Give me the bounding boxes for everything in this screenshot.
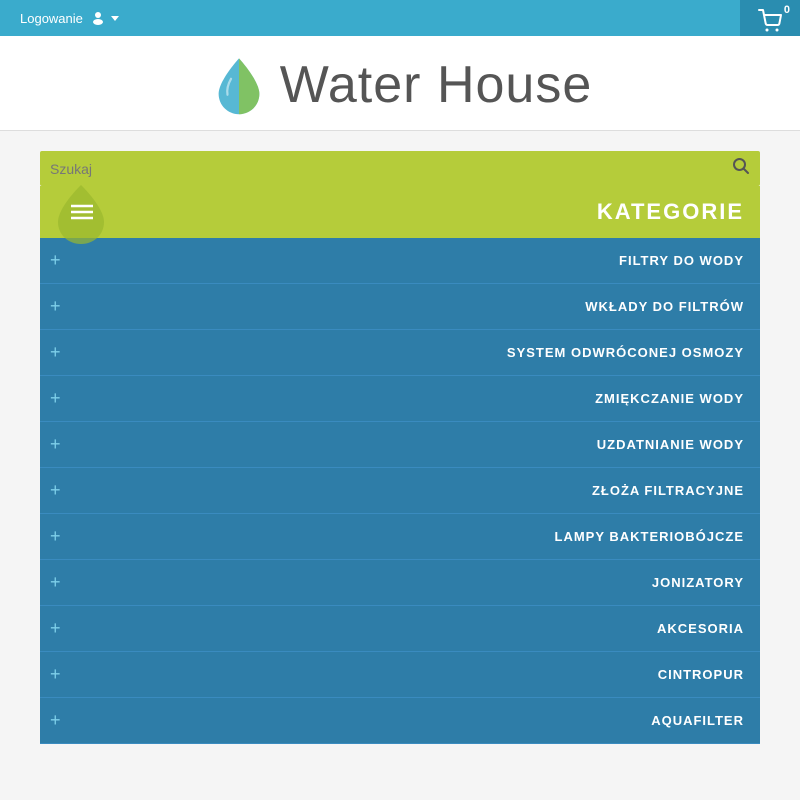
- category-plus-icon: +: [50, 250, 61, 271]
- category-plus-icon: +: [50, 618, 61, 639]
- category-plus-icon: +: [50, 664, 61, 685]
- category-plus-icon: +: [50, 296, 61, 317]
- login-label: Logowanie: [20, 11, 83, 26]
- category-label: JONIZATORY: [71, 575, 744, 590]
- cart-button[interactable]: 0: [740, 0, 800, 36]
- cart-icon: [758, 9, 782, 33]
- category-label: WKŁADY DO FILTRÓW: [71, 299, 744, 314]
- category-label: FILTRY DO WODY: [71, 253, 744, 268]
- category-item[interactable]: + UZDATNIANIE WODY: [40, 422, 760, 468]
- logo-icon: [208, 54, 270, 116]
- category-plus-icon: +: [50, 526, 61, 547]
- categories-heading: KATEGORIE: [108, 199, 744, 225]
- search-icon: [732, 157, 750, 175]
- category-plus-icon: +: [50, 480, 61, 501]
- category-item[interactable]: + JONIZATORY: [40, 560, 760, 606]
- category-label: AQUAFILTER: [71, 713, 744, 728]
- category-label: UZDATNIANIE WODY: [71, 437, 744, 452]
- search-bar: [40, 151, 760, 186]
- category-item[interactable]: + WKŁADY DO FILTRÓW: [40, 284, 760, 330]
- menu-icon-wrapper[interactable]: [56, 186, 108, 238]
- caret-icon: [111, 16, 119, 21]
- category-label: SYSTEM ODWRÓCONEJ OSMOZY: [71, 345, 744, 360]
- category-section: KATEGORIE + FILTRY DO WODY + WKŁADY DO F…: [40, 186, 760, 744]
- category-label: ZMIĘKCZANIE WODY: [71, 391, 744, 406]
- category-item[interactable]: + CINTROPUR: [40, 652, 760, 698]
- category-item[interactable]: + AQUAFILTER: [40, 698, 760, 744]
- login-button[interactable]: Logowanie: [0, 11, 119, 26]
- site-name: Water House: [280, 55, 593, 115]
- logo-area: Water House: [0, 36, 800, 131]
- category-label: CINTROPUR: [71, 667, 744, 682]
- hamburger-icon: [71, 204, 93, 220]
- category-label: AKCESORIA: [71, 621, 744, 636]
- category-plus-icon: +: [50, 342, 61, 363]
- category-plus-icon: +: [50, 388, 61, 409]
- category-item[interactable]: + FILTRY DO WODY: [40, 238, 760, 284]
- category-item[interactable]: + ZŁOŻA FILTRACYJNE: [40, 468, 760, 514]
- top-bar: Logowanie 0: [0, 0, 800, 36]
- category-label: ZŁOŻA FILTRACYJNE: [71, 483, 744, 498]
- logo-first-word: Water: [280, 56, 422, 114]
- search-input[interactable]: [50, 161, 732, 177]
- category-item[interactable]: + SYSTEM ODWRÓCONEJ OSMOZY: [40, 330, 760, 376]
- category-header: KATEGORIE: [40, 186, 760, 238]
- category-plus-icon: +: [50, 434, 61, 455]
- category-item[interactable]: + LAMPY BAKTERIOBÓJCZE: [40, 514, 760, 560]
- category-plus-icon: +: [50, 572, 61, 593]
- logo-second-word: House: [437, 56, 592, 114]
- cart-count: 0: [784, 4, 790, 16]
- category-item[interactable]: + ZMIĘKCZANIE WODY: [40, 376, 760, 422]
- category-list: + FILTRY DO WODY + WKŁADY DO FILTRÓW + S…: [40, 238, 760, 744]
- person-icon: [91, 11, 105, 25]
- category-plus-icon: +: [50, 710, 61, 731]
- search-button[interactable]: [732, 157, 750, 180]
- category-item[interactable]: + AKCESORIA: [40, 606, 760, 652]
- category-label: LAMPY BAKTERIOBÓJCZE: [71, 529, 744, 544]
